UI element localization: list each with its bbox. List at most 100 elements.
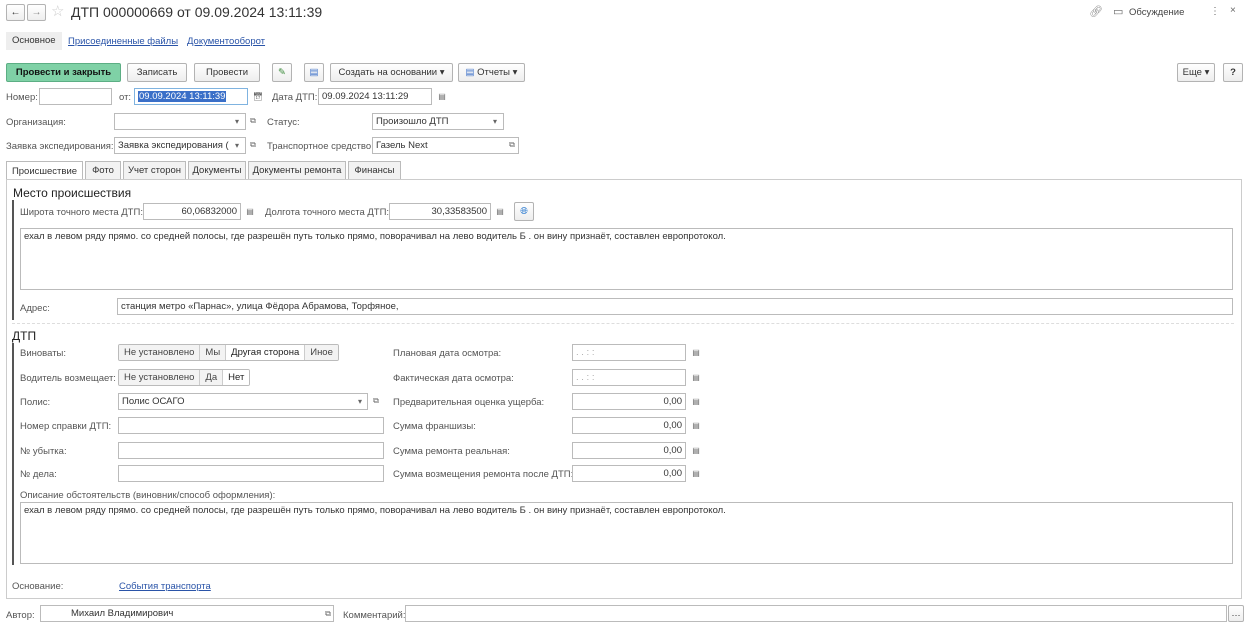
compensation-label: Сумма возмещения ремонта после ДТП: — [393, 469, 574, 480]
divider — [12, 323, 1234, 324]
structure-icon-button[interactable]: ▤ — [304, 63, 324, 82]
compensation-field[interactable]: 0,00 — [572, 465, 686, 482]
lat-label: Широта точного места ДТП: — [20, 207, 143, 218]
nav-main[interactable]: Основное — [6, 32, 62, 50]
circumstances-label: Описание обстоятельств (виновник/способ … — [20, 490, 276, 501]
tab-repair-docs[interactable]: Документы ремонта — [248, 161, 346, 179]
reports-button[interactable]: ▤ Отчеты ▾ — [458, 63, 525, 82]
left-bar — [12, 200, 14, 320]
plan-date-field[interactable]: . . : : — [572, 344, 686, 361]
chevron-down-icon[interactable]: ▾ — [231, 139, 243, 151]
chevron-down-icon[interactable]: ▾ — [354, 395, 366, 407]
accident-date-field[interactable]: 09.09.2024 13:11:29 — [318, 88, 432, 105]
nav-files[interactable]: Присоединенные файлы — [68, 36, 178, 47]
link-icon[interactable]: 🔗︎ — [1089, 5, 1103, 18]
org-label: Организация: — [6, 117, 66, 128]
edit-icon-button[interactable]: ✎ — [272, 63, 292, 82]
address-field[interactable]: станция метро «Парнас», улица Фёдора Абр… — [117, 298, 1233, 315]
tab-documents[interactable]: Документы — [188, 161, 246, 179]
fact-date-field[interactable]: . . : : — [572, 369, 686, 386]
nav-docflow[interactable]: Документооборот — [187, 36, 265, 47]
post-button[interactable]: Провести — [194, 63, 260, 82]
discussion-icon[interactable]: ▭ — [1113, 5, 1123, 18]
estimate-field[interactable]: 0,00 — [572, 393, 686, 410]
open-icon[interactable]: ⧉ — [506, 139, 518, 151]
open-icon[interactable]: ⧉ — [247, 139, 259, 151]
open-icon[interactable]: ⧉ — [322, 608, 334, 620]
globe-button[interactable]: 🌐︎ — [514, 202, 534, 221]
address-label: Адрес: — [20, 303, 50, 314]
lon-field[interactable]: 30,33583500 — [389, 203, 491, 220]
comment-more-button[interactable]: … — [1228, 605, 1244, 622]
driver-option[interactable]: Да — [200, 370, 224, 385]
calendar-icon[interactable]: ▤ — [690, 371, 702, 383]
guilty-switch[interactable]: Не установлено Мы Другая сторона Иное — [118, 344, 339, 361]
loss-field[interactable] — [118, 442, 384, 459]
guilty-option[interactable]: Не установлено — [119, 345, 201, 360]
discussion-link[interactable]: Обсуждение — [1129, 7, 1184, 18]
calculator-icon[interactable]: ▤ — [690, 444, 702, 456]
date-field[interactable]: 09.09.2024 13:11:39 — [134, 88, 248, 105]
policy-label: Полис: — [20, 397, 51, 408]
author-field[interactable]: Михаил Владимирович — [40, 605, 334, 622]
driver-option[interactable]: Не установлено — [119, 370, 201, 385]
case-field[interactable] — [118, 465, 384, 482]
more-button[interactable]: Еще ▾ — [1177, 63, 1215, 82]
estimate-label: Предварительная оценка ущерба: — [393, 397, 545, 408]
tab-parties[interactable]: Учет сторон — [123, 161, 186, 179]
policy-field[interactable]: Полис ОСАГО — [118, 393, 368, 410]
basis-label: Основание: — [12, 581, 64, 592]
chevron-down-icon[interactable]: ▾ — [231, 115, 243, 127]
star-icon[interactable]: ☆ — [51, 2, 64, 20]
date-value: 09.09.2024 13:11:39 — [138, 91, 227, 102]
comment-label: Комментарий: — [343, 610, 406, 621]
calculator-icon[interactable]: ▤ — [244, 205, 256, 217]
calculator-icon[interactable]: ▤ — [494, 205, 506, 217]
repair-field[interactable]: 0,00 — [572, 442, 686, 459]
calculator-icon[interactable]: ▤ — [690, 467, 702, 479]
tab-incident[interactable]: Происшествие — [6, 161, 83, 180]
guilty-option[interactable]: Мы — [200, 345, 227, 360]
open-icon[interactable]: ⧉ — [247, 115, 259, 127]
calculator-icon[interactable]: ▤ — [690, 395, 702, 407]
request-field[interactable]: Заявка экспедирования ( — [114, 137, 246, 154]
back-button[interactable]: ← — [6, 4, 25, 21]
cert-label: Номер справки ДТП: — [20, 421, 112, 432]
author-label: Автор: — [6, 610, 35, 621]
status-field[interactable]: Произошло ДТП — [372, 113, 504, 130]
franchise-label: Сумма франшизы: — [393, 421, 476, 432]
calendar-icon[interactable]: 📅︎ — [252, 90, 264, 102]
vehicle-label: Транспортное средство: — [267, 141, 374, 152]
org-field[interactable] — [114, 113, 246, 130]
case-label: № дела: — [20, 469, 57, 480]
guilty-option[interactable]: Иное — [305, 345, 338, 360]
open-icon[interactable]: ⧉ — [370, 395, 382, 407]
guilty-option-selected[interactable]: Другая сторона — [226, 345, 306, 360]
basis-link[interactable]: События транспорта — [119, 581, 211, 592]
number-label: Номер: — [6, 92, 38, 103]
tab-finance[interactable]: Финансы — [348, 161, 401, 179]
franchise-field[interactable]: 0,00 — [572, 417, 686, 434]
lon-label: Долгота точного места ДТП: — [265, 207, 390, 218]
calculator-icon[interactable]: ▤ — [690, 419, 702, 431]
place-description[interactable]: ехал в левом ряду прямо. со средней поло… — [20, 228, 1233, 290]
close-icon[interactable]: × — [1230, 5, 1236, 16]
driver-option-selected[interactable]: Нет — [223, 370, 250, 385]
more-menu-icon[interactable]: ⋮ — [1210, 6, 1220, 17]
tab-photo[interactable]: Фото — [85, 161, 121, 179]
driver-switch[interactable]: Не установлено Да Нет — [118, 369, 251, 386]
vehicle-field[interactable]: Газель Next — [372, 137, 519, 154]
lat-field[interactable]: 60,06832000 — [143, 203, 241, 220]
cert-field[interactable] — [118, 417, 384, 434]
forward-button[interactable]: → — [27, 4, 46, 21]
calendar-icon[interactable]: ▤ — [436, 90, 448, 102]
post-close-button[interactable]: Провести и закрыть — [6, 63, 121, 82]
number-field[interactable] — [39, 88, 112, 105]
calendar-icon[interactable]: ▤ — [690, 346, 702, 358]
circumstances-field[interactable]: ехал в левом ряду прямо. со средней поло… — [20, 502, 1233, 564]
save-button[interactable]: Записать — [127, 63, 187, 82]
create-based-button[interactable]: Создать на основании ▾ — [330, 63, 453, 82]
help-button[interactable]: ? — [1223, 63, 1243, 82]
chevron-down-icon[interactable]: ▾ — [489, 115, 501, 127]
comment-field[interactable] — [405, 605, 1227, 622]
